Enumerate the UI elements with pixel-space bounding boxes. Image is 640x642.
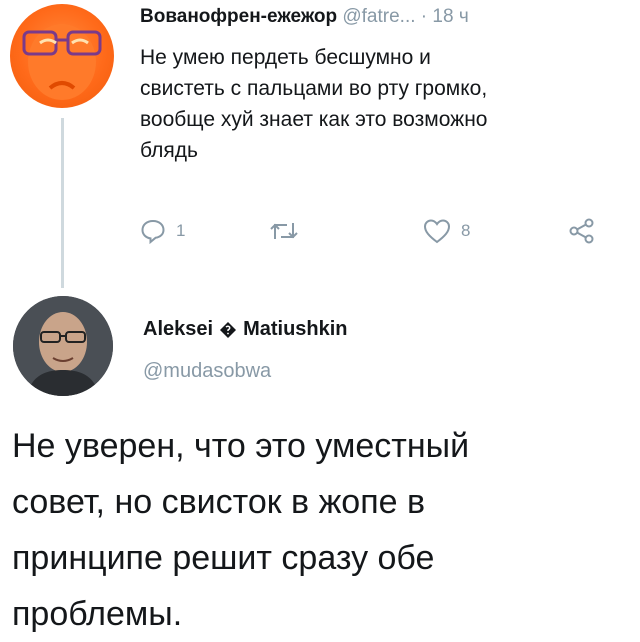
- text-line: совет, но свисток в жопе в: [12, 483, 426, 521]
- share-icon: [569, 218, 594, 244]
- author-last-name: Matiushkin: [243, 318, 348, 340]
- like-icon: [423, 219, 451, 244]
- thread-line: [61, 118, 64, 288]
- text-line: Не умею пердеть бесшумно и: [140, 46, 431, 69]
- retweet-button[interactable]: [268, 218, 310, 244]
- author-handle[interactable]: @fatre...: [342, 6, 415, 27]
- reply-count: 1: [176, 221, 186, 240]
- avatar[interactable]: [13, 296, 113, 396]
- diamond-icon: [220, 321, 237, 338]
- text-line: свистеть с пальцами во рту громко,: [140, 77, 488, 100]
- like-count: 8: [461, 221, 471, 240]
- reply-icon: [141, 219, 165, 244]
- author-first-name: Aleksei: [143, 318, 214, 340]
- author-name[interactable]: Вованофрен-ежежор: [140, 6, 337, 27]
- tweet1-header: Вованофрен-ежежор @fatre... · 18 ч: [140, 6, 469, 28]
- share-button[interactable]: [568, 218, 596, 244]
- tweet2-text: Не уверен, что это уместный совет, но св…: [12, 418, 632, 642]
- like-button[interactable]: 8: [423, 218, 470, 244]
- retweet-icon: [270, 223, 298, 239]
- text-line: принципе решит сразу обе: [12, 539, 435, 577]
- text-line: Не уверен, что это уместный: [12, 427, 470, 465]
- text-line: вообще хуй знает как это возможно: [140, 108, 488, 131]
- avatar[interactable]: [10, 4, 114, 108]
- separator: ·: [420, 6, 428, 27]
- avatar-photo-icon: [13, 296, 113, 396]
- tweet1-actions: 1 8: [140, 218, 620, 248]
- text-line: блядь: [140, 139, 198, 162]
- timestamp[interactable]: 18 ч: [432, 6, 468, 27]
- tweet1-text: Не умею пердеть бесшумно и свистеть с па…: [140, 42, 635, 166]
- author-handle[interactable]: @mudasobwa: [143, 360, 271, 383]
- avatar-face-icon: [22, 24, 102, 100]
- author-name[interactable]: Aleksei Matiushkin: [143, 318, 348, 341]
- reply-button[interactable]: 1: [140, 218, 185, 244]
- text-line: проблемы.: [12, 595, 183, 633]
